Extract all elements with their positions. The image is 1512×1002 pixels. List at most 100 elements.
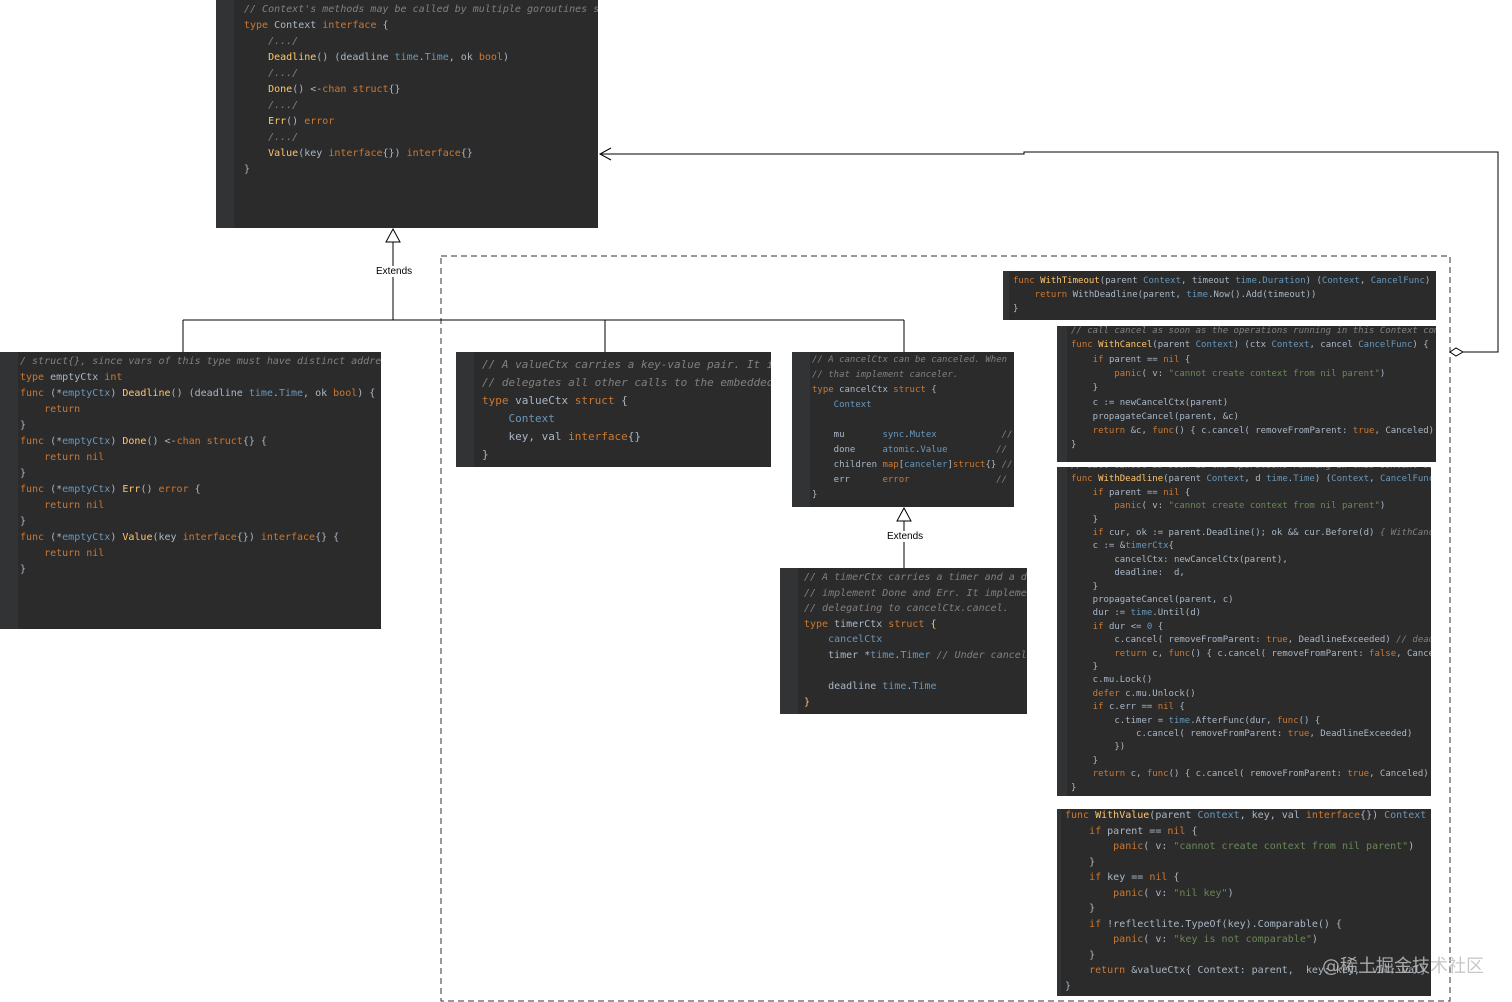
code-token: // that implement canceler.	[812, 370, 959, 380]
code-token: error	[304, 116, 335, 127]
code-line: propagateCancel(parent, &c)	[1071, 412, 1239, 422]
code-token: time	[248, 388, 273, 399]
code-token: chan struct	[176, 436, 243, 447]
code-token: .Now().Add(timeout))	[1208, 290, 1317, 300]
code-token: struct	[888, 618, 931, 630]
code-line: // A timerCtx carries a timer and a dea	[804, 572, 1027, 583]
code-token: if	[1071, 487, 1109, 498]
code-line: }	[482, 448, 489, 461]
code-token: dur <=	[1108, 621, 1147, 632]
code-token: Context	[274, 20, 323, 31]
code-line: // implement Done and Err. It implement	[804, 588, 1027, 599]
code-token: )	[110, 388, 123, 399]
code-line: // delegating to cancelCtx.cancel.	[804, 603, 1009, 614]
code-token: time	[1235, 276, 1257, 286]
code-token: {	[382, 20, 389, 31]
code-token: ,	[1359, 276, 1371, 286]
code-token: , Canceled) }	[1396, 648, 1431, 659]
code-line: // call cancel as soon as the operations…	[1071, 467, 1431, 471]
code-token: struct	[574, 394, 622, 407]
code-token: key, val	[482, 430, 569, 443]
code-token: , Canceled) }	[1369, 769, 1429, 780]
code-line: }	[20, 420, 26, 431]
code-token: // A timerCtx carries a timer and a dea	[804, 572, 1027, 583]
code-token: return nil	[20, 452, 105, 463]
code-line: return nil	[20, 548, 104, 559]
code-token: (key	[152, 532, 183, 543]
code-line: propagateCancel(parent, c)	[1071, 595, 1234, 605]
code-token: time	[882, 681, 907, 693]
code-token: }	[804, 696, 811, 708]
code-line: func (*emptyCtx) Value(key interface{}) …	[20, 532, 339, 543]
code-token: }	[1071, 440, 1077, 451]
code-token: {	[1157, 621, 1164, 632]
code-token: /.../	[244, 36, 299, 47]
code-token: struct	[952, 460, 986, 470]
code-token: , d	[1244, 474, 1267, 485]
code-token: , Canceled) }	[1374, 426, 1435, 437]
code-token: type	[804, 618, 835, 630]
code-token: canceler	[904, 460, 948, 470]
code-token: func	[1013, 276, 1041, 286]
code-token: }	[482, 448, 489, 461]
code-token: func	[20, 436, 51, 447]
code-token: Context	[482, 412, 555, 425]
code-line: }	[1071, 582, 1098, 592]
code-token: "nil key"	[1173, 887, 1228, 899]
code-line: }	[804, 697, 810, 708]
code-token: // Under cancelCt	[936, 650, 1027, 661]
code-token: time	[1186, 290, 1209, 300]
code-token: // call cancel as soon as the operations…	[1071, 326, 1436, 336]
code-token: , ok	[448, 52, 479, 63]
code-line: if parent == nil {	[1071, 487, 1191, 498]
code-line: type timerCtx struct {	[804, 619, 936, 630]
code-token: time	[394, 52, 419, 63]
code-line: err error //	[812, 475, 1007, 485]
code-token: WithTimeout	[1040, 276, 1100, 286]
code-token: }	[1071, 581, 1099, 592]
code-line: func (*emptyCtx) Err() error {	[20, 484, 201, 495]
code-token: }	[1065, 949, 1096, 961]
code-token: WithValue	[1095, 810, 1150, 821]
code-token: Duration	[1262, 276, 1306, 286]
code-token: timerCtx	[834, 618, 889, 630]
code-token: Context	[1195, 340, 1234, 351]
code-token: "cannot create context from nil parent"	[1168, 368, 1380, 379]
code-line: }	[1065, 981, 1071, 992]
code-token: parent ==	[1108, 487, 1164, 498]
code-line: Err() error	[244, 116, 334, 127]
code-token: emptyCtx	[62, 484, 111, 495]
code-token: emptyCtx	[62, 388, 111, 399]
code-line: c := &timerCtx{	[1071, 541, 1174, 551]
code-token: Err	[268, 116, 287, 127]
code-token: panic	[1065, 934, 1144, 945]
code-token: parent ==	[1108, 354, 1164, 365]
code-token: func	[1071, 474, 1099, 485]
code-token: timer *	[804, 650, 871, 661]
code-line: }	[1071, 662, 1098, 672]
code-token: }	[1071, 755, 1099, 766]
code-token: {})	[236, 532, 261, 543]
code-token: bool	[333, 388, 358, 399]
code-token: {})	[382, 148, 407, 159]
code-token: cancelCtx: newCancelCtx(parent),	[1071, 554, 1288, 565]
code-token: ( v:	[1141, 368, 1169, 379]
code-token: ( v:	[1143, 841, 1174, 852]
code-token: err	[812, 475, 883, 485]
code-line: type cancelCtx struct {	[812, 385, 937, 395]
code-line: return c, func() { c.cancel( removeFromP…	[1071, 649, 1431, 659]
code-token: , DeadlineExceeded)	[1309, 729, 1413, 739]
code-token: nil	[1163, 354, 1185, 365]
code-token: }	[1065, 980, 1072, 992]
cancel-ctx-panel: // A cancelCtx can be canceled. When // t…	[792, 352, 1014, 507]
code-token: /.../	[244, 132, 299, 143]
code-token: if	[1071, 354, 1109, 365]
code-token: time	[1266, 474, 1288, 485]
code-token: c := newCancelCtx(parent)	[1071, 397, 1229, 408]
extends-label-bottom: Extends	[885, 531, 926, 542]
code-token: return	[1071, 426, 1131, 437]
code-line: }	[812, 490, 817, 500]
code-line: })	[1071, 742, 1125, 752]
code-line: func WithCancel(parent Context) (ctx Con…	[1071, 340, 1429, 350]
